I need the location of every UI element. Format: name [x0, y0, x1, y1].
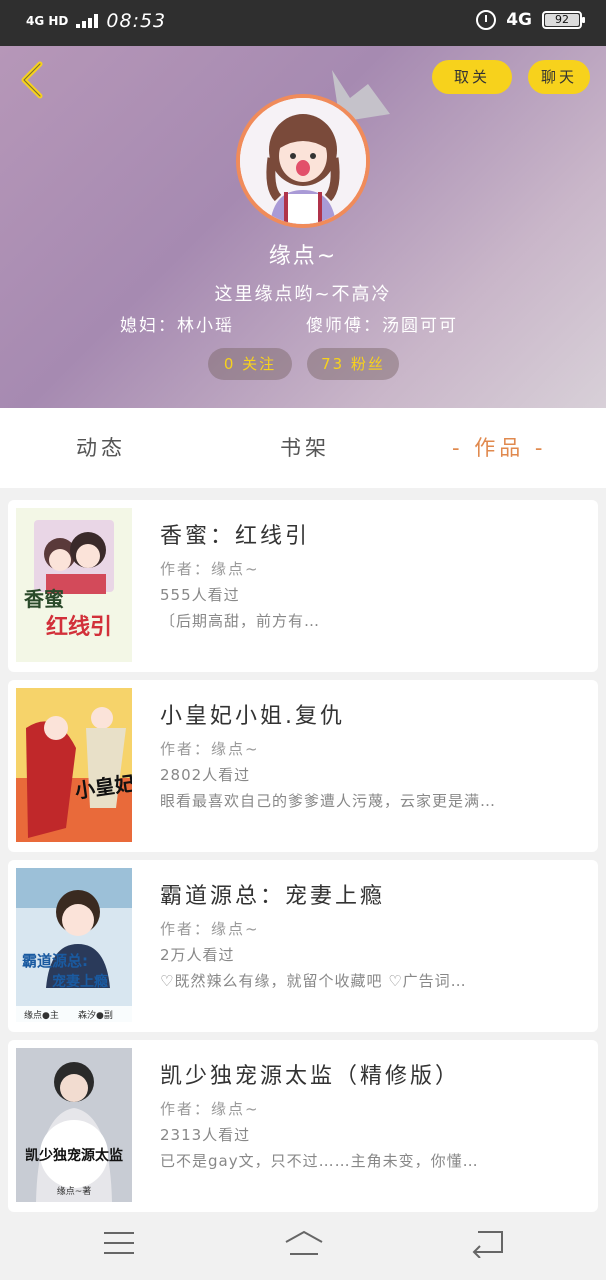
tab-dynamic[interactable]: 动态	[76, 432, 126, 462]
follow-count-badge[interactable]: 0 关注	[208, 348, 292, 380]
clock: 08:53	[106, 10, 167, 32]
book-author: 作者：缘点~	[160, 920, 260, 938]
book-cover[interactable]: 香蜜 红线引	[16, 508, 132, 662]
home-icon[interactable]	[282, 1228, 326, 1260]
book-cover[interactable]: 凯少独宠源太监 缘点~著	[16, 1048, 132, 1202]
book-views: 2313人看过	[160, 1126, 251, 1144]
nickname: 缘点~	[268, 244, 338, 269]
book-card[interactable]: 香蜜 红线引 香蜜：红线引 作者：缘点~ 555人看过 〔后期高甜，前方有…	[8, 500, 598, 672]
status-right: 4G 92	[476, 10, 585, 30]
battery-level: 92	[555, 13, 569, 26]
cover-subtitle: 红线引	[46, 614, 112, 640]
book-cover[interactable]: 霸道源总: 宠妻上瘾 缘点●主 森汐●副	[16, 868, 132, 1022]
cover-art: 小皇妃小姐	[16, 688, 132, 842]
book-description: 眼看最喜欢自己的爹爹遭人污蔑，云家更是满…	[160, 792, 497, 810]
avatar-illustration	[240, 98, 366, 224]
book-title[interactable]: 香蜜：红线引	[160, 518, 310, 550]
tab-works[interactable]: - 作品 -	[452, 432, 547, 462]
unfollow-button[interactable]: 取关	[432, 60, 512, 94]
back-chevron-icon[interactable]	[14, 58, 54, 102]
cover-title: 香蜜	[24, 587, 64, 611]
book-description: 已不是gay文，只不过……主角未变，你懂…	[160, 1152, 479, 1170]
book-title[interactable]: 霸道源总：宠妻上瘾	[160, 878, 385, 910]
book-author: 作者：缘点~	[160, 560, 260, 578]
data-indicator: 4G	[506, 10, 532, 30]
book-title[interactable]: 凯少独宠源太监（精修版）	[160, 1058, 460, 1090]
relation-master[interactable]: 傻师傅：汤圆可可	[306, 311, 458, 336]
book-card[interactable]: 凯少独宠源太监 缘点~著 凯少独宠源太监（精修版） 作者：缘点~ 2313人看过…	[8, 1040, 598, 1212]
book-description: 〔后期高甜，前方有…	[160, 612, 321, 630]
book-cover[interactable]: 小皇妃小姐	[16, 688, 132, 842]
tab-bookshelf[interactable]: 书架	[280, 432, 330, 462]
cover-credit: 森汐●副	[78, 1009, 113, 1021]
battery-icon: 92	[542, 11, 585, 29]
cover-art: 凯少独宠源太监 缘点~著	[16, 1048, 132, 1202]
profile-header: 取关 聊天 缘点~ 这里缘点哟~不高冷 媳妇：林小瑶 傻师傅：汤圆可可 0 关注…	[0, 46, 606, 408]
avatar[interactable]	[236, 94, 370, 228]
alarm-icon	[476, 10, 497, 30]
book-card[interactable]: 霸道源总: 宠妻上瘾 缘点●主 森汐●副 霸道源总：宠妻上瘾 作者：缘点~ 2万…	[8, 860, 598, 1032]
system-nav-bar	[0, 1214, 606, 1280]
menu-icon[interactable]	[104, 1232, 134, 1256]
book-author: 作者：缘点~	[160, 740, 260, 758]
profile-tabs: 动态 书架 - 作品 -	[0, 408, 606, 488]
cover-credit: 缘点~著	[57, 1185, 92, 1197]
relation-wife[interactable]: 媳妇：林小瑶	[120, 311, 234, 336]
book-views: 555人看过	[160, 586, 240, 604]
bio: 这里缘点哟~不高冷	[214, 284, 392, 305]
book-description: ♡既然辣么有缘，就留个收藏吧 ♡广告词…	[160, 972, 467, 990]
book-card[interactable]: 小皇妃小姐 小皇妃小姐.复仇 作者：缘点~ 2802人看过 眼看最喜欢自己的爹爹…	[8, 680, 598, 852]
chat-button[interactable]: 聊天	[528, 60, 590, 94]
book-author: 作者：缘点~	[160, 1100, 260, 1118]
book-views: 2802人看过	[160, 766, 251, 784]
cover-credit: 缘点●主	[24, 1009, 59, 1021]
book-views: 2万人看过	[160, 946, 235, 964]
cover-title: 凯少独宠源太监	[25, 1147, 123, 1164]
fans-count-badge[interactable]: 73 粉丝	[307, 348, 399, 380]
cover-title: 霸道源总:	[22, 952, 88, 970]
cover-subtitle: 宠妻上瘾	[52, 973, 108, 990]
network-indicator: 4G HD	[26, 15, 68, 27]
status-left: 4G HD 08:53	[26, 10, 166, 32]
cover-art: 霸道源总: 宠妻上瘾 缘点●主 森汐●副	[16, 868, 132, 1022]
book-title[interactable]: 小皇妃小姐.复仇	[160, 698, 345, 730]
status-bar: 4G HD 08:53 4G 92	[0, 0, 606, 46]
return-icon[interactable]	[470, 1228, 506, 1258]
network-type: 4G HD	[26, 14, 69, 28]
signal-icon	[76, 14, 99, 28]
cover-art: 香蜜 红线引	[16, 508, 132, 662]
